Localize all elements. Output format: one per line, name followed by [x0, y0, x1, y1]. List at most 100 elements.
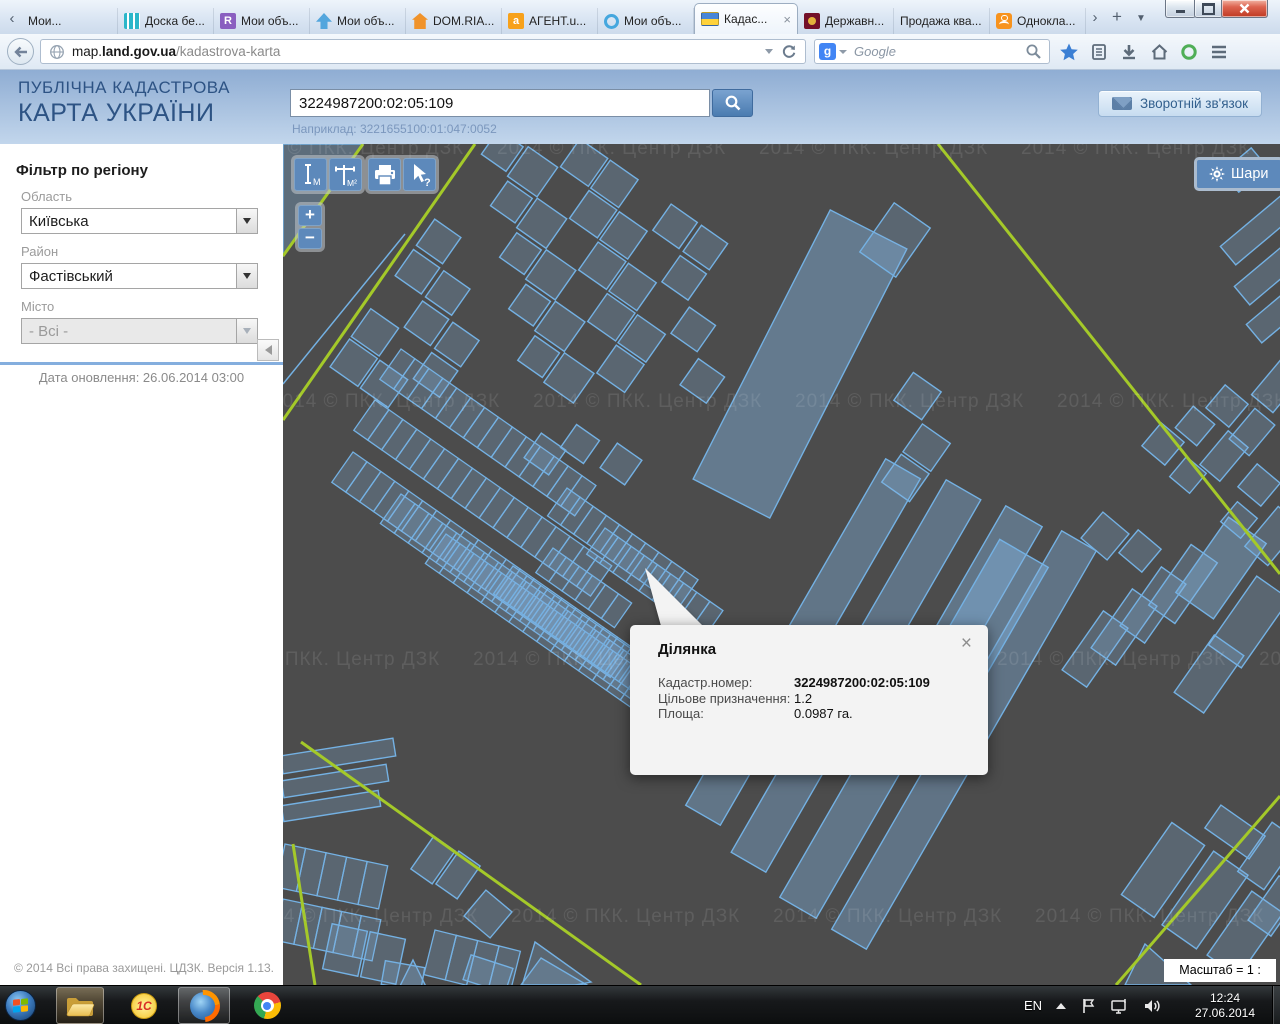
tab-title: Продажа ква...	[900, 14, 983, 28]
cadastral-number-input[interactable]	[290, 89, 710, 117]
sidebar-collapse-button[interactable]	[257, 339, 279, 361]
minimize-icon	[1176, 10, 1185, 13]
measure-length-button[interactable]: М	[294, 158, 327, 191]
home-icon[interactable]	[1144, 39, 1174, 65]
dropdown-arrow-button[interactable]	[236, 319, 257, 343]
feedback-button[interactable]: Зворотній зв'язок	[1098, 90, 1262, 117]
blue-arrow-favicon	[316, 13, 332, 29]
window-close-button[interactable]	[1221, 0, 1268, 18]
start-button[interactable]	[5, 990, 36, 1021]
dropdown-arrow-button[interactable]	[236, 209, 257, 233]
bookmarks-menu-icon[interactable]	[1084, 39, 1114, 65]
tab-scroll-left-icon[interactable]: ‹	[2, 8, 22, 30]
site-header: ПУБЛІЧНА КАДАСТРОВА КАРТА УКРАЇНИ Наприк…	[0, 70, 1280, 144]
tab-11[interactable]: Однокла...	[990, 8, 1086, 34]
action-center-flag-icon[interactable]	[1080, 997, 1096, 1015]
hidden-icons-arrow-icon[interactable]	[1056, 1003, 1066, 1009]
tab-scroll-right-icon[interactable]: ›	[1086, 6, 1104, 30]
map-parcel[interactable]	[680, 359, 725, 404]
tab-9[interactable]: Державн...	[798, 8, 894, 34]
tab-4[interactable]: Мои объ...	[310, 8, 406, 34]
network-icon[interactable]	[1110, 997, 1129, 1015]
tab-10[interactable]: Продажа ква...	[894, 8, 990, 34]
dropdown-arrow-button[interactable]	[236, 264, 257, 288]
tab-title: Кадас...	[724, 12, 780, 26]
map-parcel[interactable]	[464, 890, 512, 938]
search-engine-dropdown-icon[interactable]	[839, 50, 847, 54]
tab-title: Однокла...	[1017, 14, 1079, 28]
zoom-out-button[interactable]: −	[298, 228, 322, 249]
url-dropdown-icon[interactable]	[765, 49, 773, 54]
cadastral-map-canvas[interactable]	[283, 144, 1280, 985]
browser-search-input[interactable]	[852, 43, 1025, 60]
tab-title: Доска бе...	[145, 14, 207, 28]
taskbar-1c-button[interactable]: 1С	[122, 987, 166, 1024]
tab-6[interactable]: a АГЕНТ.u...	[502, 8, 598, 34]
taskbar-firefox-button[interactable]	[178, 987, 230, 1024]
tab-close-icon[interactable]: ×	[783, 12, 791, 27]
svg-text:М: М	[313, 177, 321, 187]
map-parcel[interactable]	[894, 372, 941, 419]
map-parcel[interactable]	[671, 307, 716, 352]
tab-list-dropdown-icon[interactable]: ▼	[1130, 6, 1152, 30]
explorer-folder-icon	[65, 993, 95, 1018]
zoom-in-button[interactable]: +	[298, 205, 322, 226]
bookmark-star-icon[interactable]	[1054, 39, 1084, 65]
tab-1[interactable]: Мои...	[22, 8, 118, 34]
map-parcel[interactable]	[381, 961, 425, 985]
window-restore-button[interactable]	[1194, 0, 1223, 18]
print-button[interactable]	[368, 158, 401, 191]
map-parcel[interactable]	[1206, 385, 1248, 427]
measure-area-button[interactable]: М²	[329, 158, 362, 191]
show-desktop-button[interactable]	[1272, 986, 1280, 1024]
zoom-control: + −	[295, 202, 325, 252]
layers-label: Шари	[1231, 166, 1269, 182]
measure-length-icon: М	[297, 161, 325, 189]
select-oblast[interactable]: Київська	[21, 208, 258, 234]
chevron-down-icon	[243, 218, 251, 224]
popup-close-icon[interactable]: ×	[961, 633, 972, 655]
browser-search-bar[interactable]: g	[814, 39, 1050, 64]
menu-hamburger-icon[interactable]	[1204, 39, 1234, 65]
map-parcel[interactable]	[1220, 191, 1280, 265]
tab-7[interactable]: Мои объ...	[598, 8, 694, 34]
cadastral-search-button[interactable]	[712, 89, 753, 117]
volume-icon[interactable]	[1143, 997, 1162, 1015]
select-raion[interactable]: Фастівський	[21, 263, 258, 289]
layers-button[interactable]: Шари	[1194, 157, 1280, 191]
tab-3[interactable]: R Мои объ...	[214, 8, 310, 34]
popup-row-value: 1.2	[794, 691, 812, 707]
blue-ring-favicon	[604, 14, 619, 29]
map-parcel[interactable]	[1251, 359, 1280, 412]
map-parcel[interactable]	[561, 425, 600, 464]
window-minimize-button[interactable]	[1165, 0, 1196, 18]
purple-r-favicon: R	[220, 13, 236, 29]
map-parcel[interactable]	[600, 443, 642, 485]
taskbar-chrome-button[interactable]	[244, 987, 290, 1024]
new-tab-button[interactable]: +	[1104, 6, 1130, 30]
chrome-icon	[254, 992, 281, 1019]
addon-ring-icon[interactable]	[1174, 39, 1204, 65]
popup-row-value: 0.0987 га.	[794, 706, 853, 722]
url-bar[interactable]: map.land.gov.ua/kadastrova-karta	[40, 39, 806, 64]
tab-5[interactable]: DOM.RIA...	[406, 8, 502, 34]
language-indicator[interactable]: EN	[1024, 998, 1042, 1013]
map-parcel[interactable]	[1238, 464, 1280, 506]
search-magnifier-icon[interactable]	[1025, 43, 1043, 61]
parcel-info-popup: Ділянка × Кадастр.номер: 3224987200:02:0…	[630, 625, 988, 775]
measure-toolbar: М М²	[291, 155, 365, 194]
identify-button[interactable]: ?	[403, 158, 436, 191]
tab-2[interactable]: Доска бе...	[118, 8, 214, 34]
select-misto[interactable]: - Всі -	[21, 318, 258, 344]
firefox-icon	[190, 992, 218, 1020]
back-button[interactable]	[7, 38, 34, 65]
popup-row: Цільове призначення: 1.2	[658, 691, 974, 707]
tab-8-active[interactable]: Кадас... ×	[694, 3, 798, 34]
taskbar-clock[interactable]: 12:24 27.06.2014	[1184, 991, 1266, 1020]
taskbar-explorer-button[interactable]	[56, 987, 104, 1024]
restore-icon	[1202, 3, 1215, 15]
filter-fields: Область Київська Район Фастівський Місто…	[0, 189, 283, 344]
reload-icon[interactable]	[781, 44, 797, 60]
popup-title: Ділянка	[658, 641, 716, 658]
downloads-icon[interactable]	[1114, 39, 1144, 65]
